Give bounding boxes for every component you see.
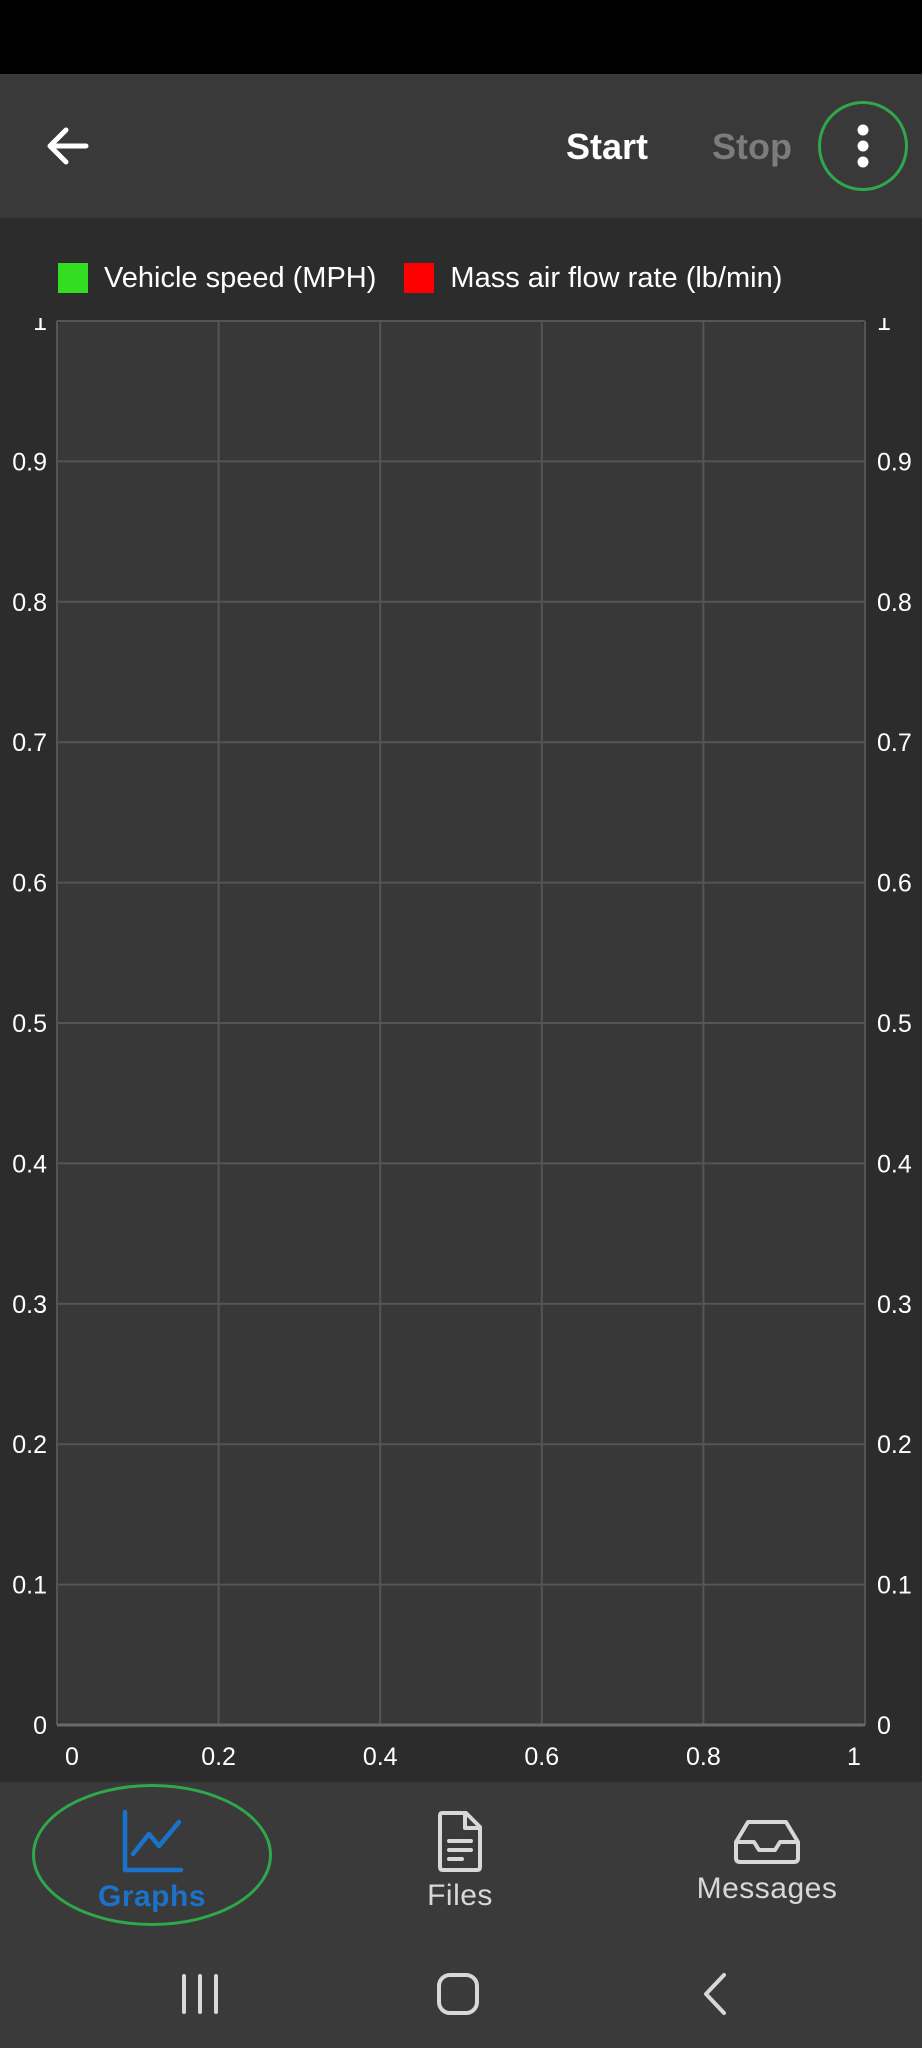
- app-bar: Start Stop: [0, 74, 922, 218]
- y-tick-label-left: 1: [33, 318, 47, 336]
- home-icon: [437, 1973, 479, 2015]
- system-navigation-bar: [0, 1940, 922, 2048]
- y-tick-label-left: 0.5: [12, 1010, 47, 1038]
- legend-swatch-mass-air-flow: [404, 263, 435, 293]
- y-tick-label-right: 0.5: [877, 1010, 912, 1038]
- x-tick-label: 0.6: [524, 1743, 559, 1771]
- recents-button[interactable]: [150, 1962, 250, 2026]
- y-tick-label-left: 0.1: [12, 1572, 47, 1600]
- y-tick-label-right: 0.1: [877, 1572, 912, 1600]
- chart-legend: Vehicle speed (MPH) Mass air flow rate (…: [58, 258, 810, 298]
- stop-button[interactable]: Stop: [700, 112, 804, 182]
- nav-label-messages: Messages: [696, 1872, 838, 1905]
- y-tick-label-left: 0: [33, 1712, 47, 1740]
- y-tick-label-right: 0.4: [877, 1150, 912, 1178]
- system-back-button[interactable]: [666, 1962, 766, 2026]
- bottom-navigation: Graphs Files Messages: [0, 1782, 922, 1940]
- document-icon: [438, 1811, 482, 1872]
- y-tick-label-right: 0.9: [877, 448, 912, 476]
- line-chart-icon: [122, 1809, 184, 1873]
- y-tick-label-left: 0.2: [12, 1431, 47, 1459]
- legend-item-mass-air-flow: Mass air flow rate (lb/min): [404, 262, 782, 295]
- y-tick-label-right: 0.7: [877, 729, 912, 757]
- home-button[interactable]: [408, 1962, 508, 2026]
- status-bar: [0, 0, 922, 74]
- x-tick-label: 1: [847, 1743, 861, 1771]
- legend-item-vehicle-speed: Vehicle speed (MPH): [58, 262, 376, 295]
- line-chart[interactable]: 00.10.20.30.40.50.60.70.80.9100.10.20.30…: [0, 318, 922, 1782]
- nav-label-graphs: Graphs: [97, 1880, 207, 1913]
- nav-item-files[interactable]: Files: [360, 1782, 560, 1940]
- y-tick-label-left: 0.9: [12, 448, 47, 476]
- x-tick-label: 0.4: [363, 1743, 398, 1771]
- back-button[interactable]: [36, 116, 106, 176]
- nav-item-messages[interactable]: Messages: [660, 1782, 874, 1940]
- inbox-icon: [734, 1820, 800, 1864]
- y-tick-label-right: 0.8: [877, 589, 912, 617]
- x-tick-label: 0.2: [201, 1743, 236, 1771]
- y-tick-label-right: 0.2: [877, 1431, 912, 1459]
- y-tick-label-right: 0.3: [877, 1291, 912, 1319]
- y-tick-label-left: 0.8: [12, 589, 47, 617]
- start-button[interactable]: Start: [552, 112, 662, 182]
- y-tick-label-left: 0.4: [12, 1150, 47, 1178]
- legend-label-vehicle-speed: Vehicle speed (MPH): [104, 261, 377, 294]
- x-tick-label: 0.8: [686, 1743, 721, 1771]
- y-tick-label-right: 1: [877, 318, 891, 336]
- nav-label-files: Files: [427, 1879, 493, 1912]
- y-tick-label-left: 0.6: [12, 870, 47, 898]
- y-tick-label-left: 0.7: [12, 729, 47, 757]
- legend-swatch-vehicle-speed: [58, 263, 88, 293]
- y-tick-label-right: 0.6: [877, 870, 912, 898]
- legend-label-mass-air-flow: Mass air flow rate (lb/min): [450, 261, 783, 294]
- nav-item-graphs[interactable]: Graphs: [32, 1782, 272, 1940]
- more-vert-icon: [857, 124, 869, 168]
- recents-icon: [182, 1974, 218, 2014]
- more-options-button[interactable]: [818, 101, 908, 191]
- arrow-left-icon: [47, 127, 89, 165]
- y-tick-label-right: 0: [877, 1712, 891, 1740]
- back-chevron-icon: [704, 1973, 726, 2015]
- y-tick-label-left: 0.3: [12, 1291, 47, 1319]
- x-tick-label: 0: [65, 1743, 79, 1771]
